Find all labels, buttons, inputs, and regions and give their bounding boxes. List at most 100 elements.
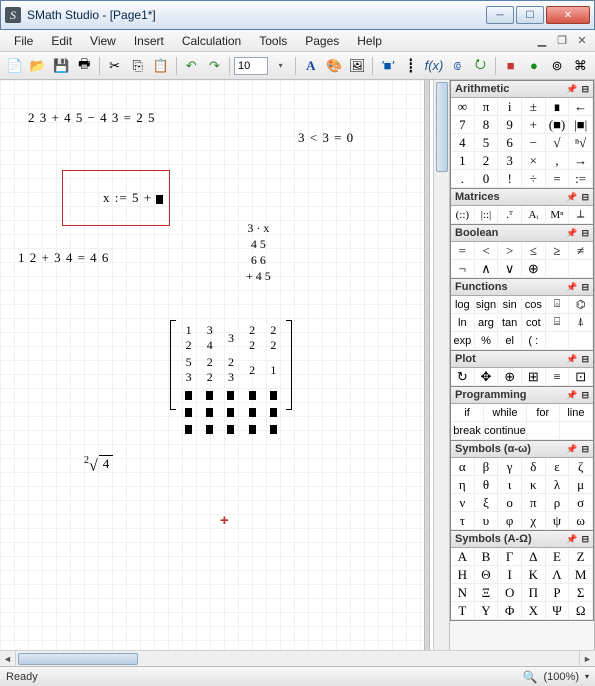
vertical-scrollbar[interactable]: [433, 80, 449, 650]
menu-file[interactable]: File: [6, 32, 41, 50]
copy-icon[interactable]: ⎘: [127, 55, 148, 77]
palette-button[interactable]: ÷: [522, 170, 546, 188]
palette-button[interactable]: %: [475, 332, 499, 350]
palette-button[interactable]: el: [498, 332, 522, 350]
palette-button[interactable]: ⁿ√: [569, 134, 593, 152]
palette-button[interactable]: exp: [451, 332, 475, 350]
palette-button[interactable]: Η: [451, 566, 475, 584]
palette-button[interactable]: ν: [451, 494, 475, 512]
close-button[interactable]: ✕: [546, 6, 590, 24]
palette-button[interactable]: ⍋: [569, 314, 593, 332]
palette-button[interactable]: ( :: [522, 332, 546, 350]
palette-button[interactable]: =: [451, 242, 475, 260]
pin-icon[interactable]: 📌: [566, 354, 577, 365]
palette-button[interactable]: ≠: [569, 242, 593, 260]
collapse-icon[interactable]: ⊟: [581, 444, 589, 455]
palette-button[interactable]: =: [546, 170, 570, 188]
unit-icon[interactable]: '■': [377, 55, 398, 77]
minimize-button[interactable]: ─: [486, 6, 514, 24]
menu-insert[interactable]: Insert: [126, 32, 172, 50]
palette-button[interactable]: ←: [569, 98, 593, 116]
collapse-icon[interactable]: ⊟: [581, 84, 589, 95]
extensions-icon[interactable]: ⌘: [570, 55, 591, 77]
menu-tools[interactable]: Tools: [251, 32, 295, 50]
menu-pages[interactable]: Pages: [297, 32, 347, 50]
palette-button[interactable]: log: [451, 296, 475, 314]
palette-button[interactable]: while: [484, 404, 527, 422]
filter-icon[interactable]: ⟃: [447, 55, 468, 77]
collapse-icon[interactable]: ⊟: [581, 192, 589, 203]
palette-button[interactable]: Φ: [498, 602, 522, 620]
palette-button[interactable]: 6: [498, 134, 522, 152]
palette-button[interactable]: line: [560, 404, 593, 422]
palette-button[interactable]: π: [475, 98, 499, 116]
palette-button[interactable]: θ: [475, 476, 499, 494]
palette-button[interactable]: +: [522, 116, 546, 134]
pin-icon[interactable]: 📌: [566, 282, 577, 293]
palette-button[interactable]: Λ: [546, 566, 570, 584]
image-icon[interactable]: 🖼: [347, 55, 368, 77]
palette-button[interactable]: ∨: [498, 260, 522, 278]
palette-button[interactable]: ⊞: [522, 368, 546, 386]
panel-header[interactable]: Programming📌⊟: [451, 387, 593, 404]
palette-button[interactable]: δ: [522, 458, 546, 476]
palette-button[interactable]: arg: [475, 314, 499, 332]
pin-icon[interactable]: 📌: [566, 84, 577, 95]
palette-button[interactable]: Θ: [475, 566, 499, 584]
font-size-input[interactable]: [234, 57, 268, 75]
zoom-icon[interactable]: 🔍: [523, 670, 538, 684]
panel-header[interactable]: Matrices📌⊟: [451, 189, 593, 206]
undo-icon[interactable]: ↶: [181, 55, 202, 77]
pin-icon[interactable]: 📌: [566, 534, 577, 545]
palette-button[interactable]: Aᵢ: [522, 206, 546, 224]
collapse-icon[interactable]: ⊟: [581, 534, 589, 545]
expression-3[interactable]: 1 2 + 3 4 = 4 6: [18, 250, 109, 266]
panel-header[interactable]: Arithmetic📌⊟: [451, 81, 593, 98]
palette-button[interactable]: Δ: [522, 548, 546, 566]
palette-button[interactable]: 8: [475, 116, 499, 134]
palette-button[interactable]: tan: [498, 314, 522, 332]
palette-button[interactable]: α: [451, 458, 475, 476]
palette-button[interactable]: !: [498, 170, 522, 188]
palette-button[interactable]: cos: [522, 296, 546, 314]
panel-header[interactable]: Plot📌⊟: [451, 351, 593, 368]
worksheet-canvas[interactable]: 2 3 + 4 5 − 4 3 = 2 5 3 < 3 = 0 x := 5 +…: [0, 80, 449, 650]
palette-button[interactable]: Ω: [569, 602, 593, 620]
panel-header[interactable]: Boolean📌⊟: [451, 225, 593, 242]
pin-icon[interactable]: 📌: [566, 390, 577, 401]
palette-button[interactable]: ≡: [546, 368, 570, 386]
collapse-icon[interactable]: ⊟: [581, 228, 589, 239]
palette-button[interactable]: Ε: [546, 548, 570, 566]
palette-button[interactable]: Α: [451, 548, 475, 566]
palette-button[interactable]: Μ: [569, 566, 593, 584]
palette-button[interactable]: ο: [498, 494, 522, 512]
palette-button[interactable]: 1: [451, 152, 475, 170]
palette-button[interactable]: ∎: [546, 98, 570, 116]
function-icon[interactable]: f(x): [423, 55, 444, 77]
menu-calculation[interactable]: Calculation: [174, 32, 249, 50]
new-icon[interactable]: 📄: [4, 55, 25, 77]
palette-button[interactable]: :=: [569, 170, 593, 188]
panel-header[interactable]: Functions📌⊟: [451, 279, 593, 296]
print-icon[interactable]: 🖶: [74, 55, 95, 77]
selected-expression[interactable]: x := 5 +: [62, 170, 170, 226]
palette-button[interactable]: sin: [498, 296, 522, 314]
palette-button[interactable]: i: [498, 98, 522, 116]
palette-button[interactable]: ,: [546, 152, 570, 170]
palette-button[interactable]: >: [498, 242, 522, 260]
palette-button[interactable]: .ᵀ: [498, 206, 522, 224]
mdi-close-icon[interactable]: ✕: [575, 34, 589, 48]
recalc-icon[interactable]: ⭮: [470, 55, 491, 77]
palette-button[interactable]: ≥: [546, 242, 570, 260]
column-expression[interactable]: 3 · x 4 5 6 6 + 4 5: [246, 220, 271, 284]
palette-button[interactable]: ✥: [475, 368, 499, 386]
palette-button[interactable]: ±: [522, 98, 546, 116]
palette-button[interactable]: Γ: [498, 548, 522, 566]
redo-icon[interactable]: ↷: [204, 55, 225, 77]
expression-2[interactable]: 3 < 3 = 0: [298, 130, 354, 146]
palette-button[interactable]: break: [451, 422, 484, 440]
menu-view[interactable]: View: [82, 32, 124, 50]
palette-button[interactable]: Ι: [498, 566, 522, 584]
palette-button[interactable]: 2: [475, 152, 499, 170]
palette-button[interactable]: Τ: [451, 602, 475, 620]
